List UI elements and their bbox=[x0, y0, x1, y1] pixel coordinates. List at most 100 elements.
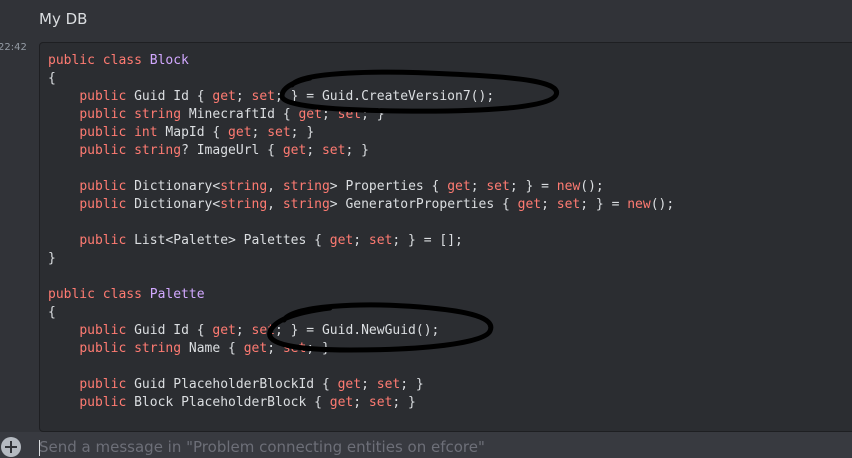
code-token: get bbox=[282, 143, 307, 158]
code-token: set bbox=[337, 107, 362, 122]
code-line: public string MinecraftId { get; set; } bbox=[48, 106, 674, 124]
code-token: > GeneratorProperties { bbox=[329, 197, 518, 212]
code-line: public string Name { get; set; } bbox=[48, 340, 674, 358]
code-token: public bbox=[79, 89, 127, 104]
code-token: Dictionary< bbox=[126, 179, 221, 194]
code-token: set bbox=[368, 395, 393, 410]
code-token: new bbox=[627, 197, 651, 212]
code-token: ; } bbox=[290, 125, 315, 140]
code-token: string bbox=[220, 179, 268, 194]
code-line: public Guid Id { get; set; } = Guid.Crea… bbox=[48, 88, 674, 106]
code-token: Dictionary< bbox=[126, 197, 221, 212]
code-token: Block PlaceholderBlock { bbox=[126, 395, 330, 410]
code-token: ; bbox=[251, 125, 268, 140]
code-token: MapId { bbox=[157, 125, 229, 140]
code-token: public bbox=[79, 323, 127, 338]
code-token: (); bbox=[650, 197, 675, 212]
code-line: public class Palette bbox=[48, 286, 674, 304]
code-token: get bbox=[329, 233, 354, 248]
code-token: ; } bbox=[400, 377, 424, 392]
code-token: ; } = Guid.CreateVersion7(); bbox=[275, 89, 495, 104]
code-token: set bbox=[251, 323, 275, 338]
channel-title: My DB bbox=[39, 10, 88, 28]
code-token: set bbox=[376, 377, 401, 392]
plus-circle-icon[interactable] bbox=[0, 436, 22, 458]
code-token: ; bbox=[321, 107, 338, 122]
code-token: , bbox=[267, 179, 283, 194]
code-token: get bbox=[243, 341, 268, 356]
code-line: public Dictionary<string, string> Genera… bbox=[48, 196, 674, 214]
code-token: set bbox=[321, 143, 346, 158]
code-content: public class Block { public Guid Id { get… bbox=[48, 52, 674, 412]
code-token: get bbox=[337, 377, 362, 392]
code-token: public bbox=[79, 197, 127, 212]
code-token: { bbox=[48, 71, 56, 86]
code-token: ; bbox=[235, 323, 252, 338]
code-token: ; } = []; bbox=[392, 233, 463, 248]
code-line: public List<Palette> Palettes { get; set… bbox=[48, 232, 674, 250]
code-token: public class bbox=[48, 53, 150, 68]
code-token: ; bbox=[267, 341, 283, 356]
code-token: set bbox=[556, 197, 581, 212]
code-token: string bbox=[220, 197, 268, 212]
code-token: Guid Id { bbox=[126, 323, 213, 338]
code-token: List<Palette> Palettes { bbox=[126, 233, 330, 248]
code-line: { bbox=[48, 70, 674, 88]
code-token: get bbox=[447, 179, 471, 194]
code-token: int bbox=[134, 125, 158, 140]
code-token: ; } bbox=[345, 143, 369, 158]
code-token: string bbox=[134, 107, 182, 122]
code-token: set bbox=[282, 341, 307, 356]
code-token: > Properties { bbox=[329, 179, 448, 194]
code-token: string bbox=[134, 143, 182, 158]
code-token: ; bbox=[470, 179, 487, 194]
code-token: Name { bbox=[181, 341, 244, 356]
code-token: ; bbox=[235, 89, 252, 104]
code-token: public bbox=[79, 143, 127, 158]
code-token: { bbox=[48, 305, 56, 320]
code-token: get bbox=[212, 323, 236, 338]
code-line: public Block PlaceholderBlock { get; set… bbox=[48, 394, 674, 412]
code-token: public bbox=[79, 233, 127, 248]
code-token: get bbox=[329, 395, 354, 410]
code-token: public bbox=[79, 395, 127, 410]
code-token: ; } = Guid.NewGuid(); bbox=[275, 323, 440, 338]
code-token: public bbox=[79, 125, 127, 140]
code-token: MinecraftId { bbox=[181, 107, 299, 122]
code-token: get bbox=[228, 125, 252, 140]
code-token: public bbox=[79, 377, 127, 392]
code-token: (); bbox=[580, 179, 604, 194]
code-token: } bbox=[48, 251, 56, 266]
code-token: ? ImageUrl { bbox=[181, 143, 283, 158]
code-token: set bbox=[251, 89, 275, 104]
code-token: , bbox=[267, 197, 283, 212]
code-token: ; bbox=[353, 233, 369, 248]
message-timestamp: 22:42 bbox=[0, 42, 27, 53]
code-token: public bbox=[79, 107, 127, 122]
code-token: set bbox=[267, 125, 291, 140]
code-token: Block bbox=[149, 53, 189, 68]
code-token: set bbox=[486, 179, 510, 194]
code-token: get bbox=[298, 107, 322, 122]
message-input[interactable] bbox=[39, 436, 829, 458]
code-token: string bbox=[134, 341, 182, 356]
code-line: } bbox=[48, 250, 674, 268]
code-token: ; } bbox=[392, 395, 416, 410]
code-token: Palette bbox=[149, 287, 205, 302]
chat-window: My DB 22:42 public class Block { public G… bbox=[0, 0, 852, 458]
code-token: string bbox=[282, 197, 330, 212]
